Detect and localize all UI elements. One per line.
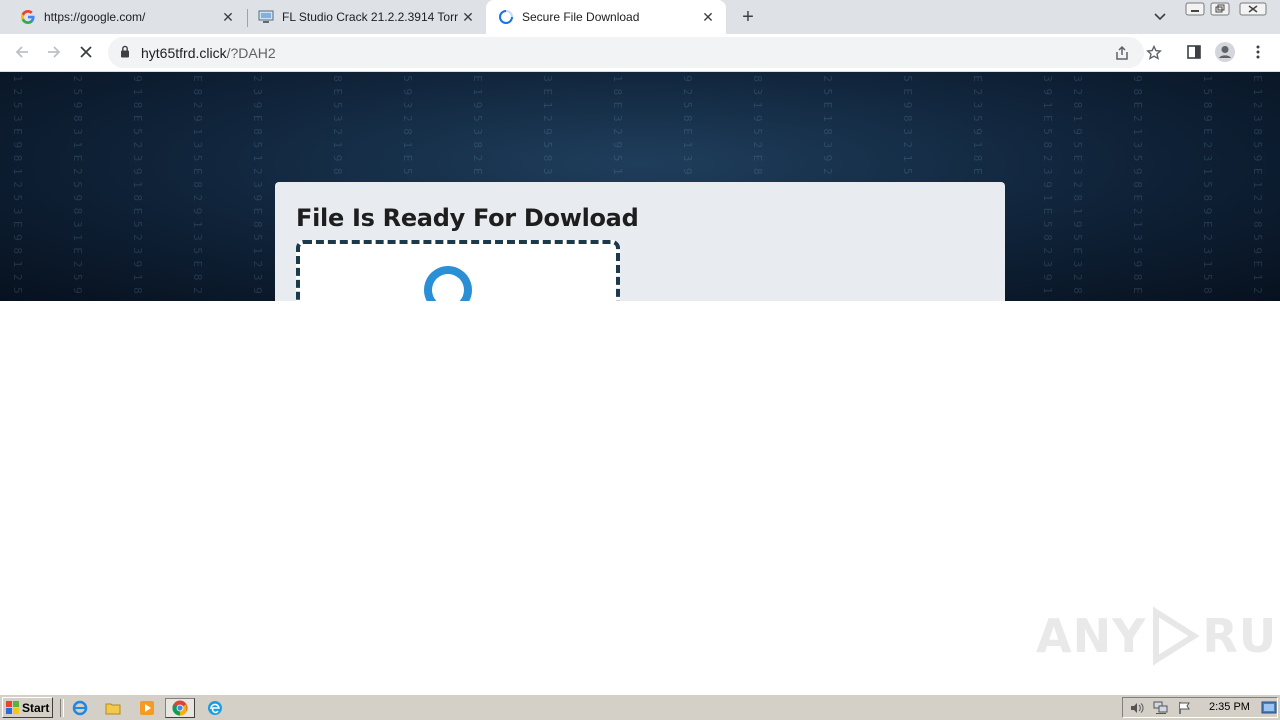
- bookmark-star-icon[interactable]: [1144, 43, 1164, 63]
- start-button[interactable]: Start: [2, 697, 53, 718]
- edge-button[interactable]: [204, 698, 226, 718]
- matrix-decoration: 9 E 1 2 3 8 5 9 E 1 2 3 8 5 9 E 1 2 3: [1251, 72, 1264, 301]
- card-title: File Is Ready For Dowload: [296, 204, 639, 232]
- back-button[interactable]: [9, 39, 35, 65]
- windows-flag-icon: [6, 701, 19, 714]
- matrix-decoration: 3 9 1 8 E 5 2 3 9 1 8 E 5 2 3 9 1 8 E: [131, 72, 144, 301]
- close-tab-icon[interactable]: ✕: [698, 7, 718, 27]
- url-text[interactable]: hyt65tfrd.click/?DAH2: [141, 45, 276, 61]
- matrix-decoration: E 2 5 9 8 3 1 E 2 5 9 8 3 1 E 2 5 9 8 3: [71, 72, 84, 301]
- google-icon: [20, 9, 36, 25]
- tab-title: https://google.com/: [44, 10, 146, 24]
- loading-circle-icon: [424, 266, 472, 301]
- edge-icon: [208, 701, 222, 715]
- chrome-icon: [172, 700, 188, 716]
- plus-icon: +: [742, 5, 754, 28]
- matrix-decoration: 5 E 8 2 9 1 3 5 E 8 2 9 1 3 5 E 8 2 9: [191, 72, 204, 301]
- lock-icon[interactable]: [120, 45, 130, 63]
- system-tray: 2:35 PM: [1122, 697, 1278, 718]
- media-player-button[interactable]: [136, 698, 158, 718]
- arrow-left-icon: [15, 46, 28, 58]
- loading-spinner-icon: [498, 9, 514, 25]
- close-icon: [80, 46, 92, 58]
- internet-explorer-button[interactable]: [69, 698, 91, 718]
- tab-search-button[interactable]: [1150, 7, 1170, 27]
- hero-banner: 8 1 2 5 3 E 9 8 1 2 5 3 E 9 8 1 2 5 3 E …: [0, 72, 1280, 301]
- windows-taskbar: Start 2:35 PM: [0, 694, 1280, 720]
- download-box[interactable]: [296, 240, 620, 301]
- side-panel-icon[interactable]: [1183, 41, 1205, 63]
- more-menu-icon[interactable]: [1247, 41, 1269, 63]
- tab-title: FL Studio Crack 21.2.2.3914 Torrent: [282, 10, 458, 24]
- taskbar-separator: [60, 699, 64, 717]
- tab-strip: https://google.com/ ✕ FL Studio Crack 21…: [0, 0, 1280, 34]
- matrix-decoration: 2 3 9 1 E 5 8 2 3 9 1 E 5 8 2 3 9 1 E: [1041, 72, 1054, 301]
- internet-explorer-icon: [72, 700, 88, 716]
- taskbar-clock[interactable]: 2:35 PM: [1209, 701, 1250, 713]
- monitor-icon: [258, 9, 274, 25]
- new-tab-button[interactable]: +: [736, 5, 760, 29]
- folder-icon: [105, 703, 121, 715]
- play-logo-icon: [1153, 606, 1201, 666]
- arrow-right-icon: [48, 46, 61, 58]
- url-host: hyt65tfrd.click: [141, 45, 227, 61]
- restore-button[interactable]: [1209, 1, 1231, 17]
- minimize-icon: [1185, 2, 1205, 16]
- close-tab-icon[interactable]: ✕: [458, 7, 478, 27]
- address-bar[interactable]: hyt65tfrd.click/?DAH2: [108, 37, 1144, 68]
- matrix-decoration: 3 1 5 8 9 E 2 3 1 5 8 9 E 2 3 1 5 8 9: [1201, 72, 1214, 301]
- matrix-decoration: 5 9 8 E 2 1 3 5 9 8 E 2 1 3 5 9 8 E 2: [1131, 72, 1144, 301]
- tab-google[interactable]: https://google.com/ ✕: [0, 0, 246, 34]
- download-card: File Is Ready For Dowload: [275, 182, 1005, 301]
- start-label: Start: [22, 700, 50, 715]
- forward-button[interactable]: [41, 39, 67, 65]
- volume-icon[interactable]: [1129, 701, 1145, 715]
- network-icon[interactable]: [1153, 701, 1169, 715]
- tab-title: Secure File Download: [522, 10, 640, 24]
- tab-secure-file-download[interactable]: Secure File Download ✕: [486, 0, 726, 34]
- anyrun-watermark: ANY RUN: [1036, 606, 1280, 666]
- close-tab-icon[interactable]: ✕: [218, 7, 238, 27]
- show-desktop-icon[interactable]: [1261, 701, 1277, 715]
- minimize-button[interactable]: [1184, 1, 1206, 17]
- share-icon[interactable]: [1112, 43, 1132, 63]
- media-player-icon: [140, 701, 154, 715]
- chevron-down-icon: [1154, 13, 1166, 21]
- file-explorer-button[interactable]: [102, 698, 124, 718]
- profile-avatar-icon[interactable]: [1214, 41, 1236, 63]
- action-center-flag-icon[interactable]: [1177, 701, 1193, 715]
- watermark-text-left: ANY: [1036, 609, 1147, 663]
- matrix-decoration: 8 1 2 5 3 E 9 8 1 2 5 3 E 9 8 1 2 5 3 E: [11, 72, 24, 301]
- matrix-decoration: E 3 2 8 1 9 5 E 3 2 8 1 9 5 E 3 2 8 1: [1071, 72, 1084, 301]
- chrome-taskbar-button[interactable]: [165, 698, 195, 718]
- url-path: /?DAH2: [226, 45, 276, 61]
- close-window-button[interactable]: [1238, 1, 1268, 17]
- browser-toolbar: hyt65tfrd.click/?DAH2: [0, 34, 1280, 72]
- close-icon: [1239, 2, 1267, 16]
- matrix-decoration: 1 2 3 9 E 8 5 1 2 3 9 E 8 5 1 2 3 9 E: [251, 72, 264, 301]
- tab-fl-studio[interactable]: FL Studio Crack 21.2.2.3914 Torrent ✕: [248, 0, 486, 34]
- stop-loading-button[interactable]: [73, 39, 99, 65]
- restore-icon: [1210, 2, 1230, 16]
- watermark-text-right: RUN: [1202, 609, 1280, 663]
